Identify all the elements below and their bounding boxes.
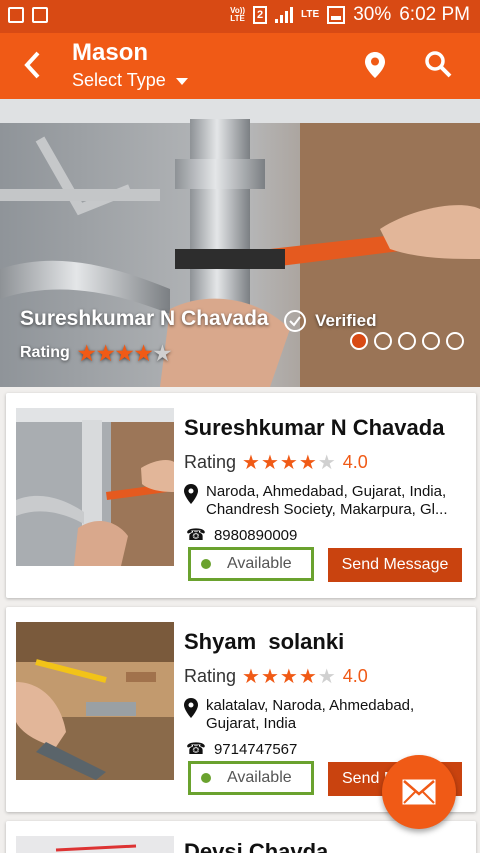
provider-phone[interactable]: ☎ 8980890009 <box>186 525 297 545</box>
map-pin-icon[interactable] <box>364 51 386 84</box>
phone-icon: ☎ <box>186 741 206 758</box>
provider-photo <box>16 408 174 566</box>
type-selector-label: Select Type <box>72 70 166 90</box>
phone-icon: ☎ <box>186 527 206 544</box>
provider-address: kalatalav, Naroda, Ahmedabad, Gujarat, I… <box>184 697 466 733</box>
app-notification-icon <box>32 7 48 23</box>
provider-name[interactable]: Devsi Chavda <box>184 839 328 853</box>
carousel-dot[interactable] <box>446 332 464 350</box>
availability-status[interactable]: Available <box>188 547 314 581</box>
provider-rating: Rating ★★★★★ 4.0 <box>184 664 368 689</box>
lte-icon: LTE <box>301 9 320 20</box>
check-circle-icon <box>284 309 307 332</box>
rating-value: 4.0 <box>342 452 368 472</box>
hero-caption: Sureshkumar N Chavada Verified Rating ★★… <box>20 307 376 366</box>
address-text: Naroda, Ahmedabad, Gujarat, India, Chand… <box>206 483 448 518</box>
address-text: kalatalav, Naroda, Ahmedabad, Gujarat, I… <box>206 697 415 732</box>
carousel-dot[interactable] <box>422 332 440 350</box>
provider-name[interactable]: Shyam solanki <box>184 629 344 655</box>
carousel-dot[interactable] <box>350 332 368 350</box>
featured-carousel[interactable]: Sureshkumar N Chavada Verified Rating ★★… <box>0 99 480 387</box>
envelope-icon <box>402 779 436 805</box>
location-pin-icon <box>184 698 198 718</box>
signal-icon <box>275 7 294 23</box>
status-bar: Vo)) LTE 2 LTE 30% 6:02 PM <box>0 0 480 33</box>
star-rating-icon: ★★★★★ <box>242 452 337 474</box>
compose-message-button[interactable] <box>382 755 456 829</box>
availability-status[interactable]: Available <box>188 761 314 795</box>
availability-label: Available <box>227 769 292 786</box>
rating-label: Rating <box>184 666 237 686</box>
back-arrow-icon[interactable] <box>22 47 42 89</box>
verified-label: Verified <box>315 310 377 330</box>
provider-phone[interactable]: ☎ 9714747567 <box>186 739 297 759</box>
phone-number: 8980890009 <box>213 526 298 544</box>
phone-number: 9714747567 <box>213 740 298 758</box>
type-selector[interactable]: Select Type <box>72 70 188 91</box>
hero-provider-name: Sureshkumar N Chavada <box>20 307 269 330</box>
provider-photo <box>16 622 174 780</box>
location-pin-icon <box>184 484 198 504</box>
send-message-button[interactable]: Send Message <box>328 548 462 582</box>
gallery-notification-icon <box>8 7 24 23</box>
battery-level: 30% <box>353 4 392 25</box>
status-dot-icon <box>201 773 211 783</box>
provider-photo <box>16 836 174 853</box>
status-dot-icon <box>201 559 211 569</box>
page-title: Mason <box>72 39 149 66</box>
app-bar: Mason Select Type <box>0 33 480 99</box>
hero-rating: Rating ★★★★★ <box>20 341 376 366</box>
rating-label: Rating <box>184 452 237 472</box>
provider-address: Naroda, Ahmedabad, Gujarat, India, Chand… <box>184 483 466 519</box>
caret-down-icon <box>175 77 188 85</box>
carousel-dot[interactable] <box>374 332 392 350</box>
search-icon[interactable] <box>424 50 452 83</box>
provider-name[interactable]: Sureshkumar N Chavada <box>184 415 444 441</box>
provider-rating: Rating ★★★★★ 4.0 <box>184 450 368 475</box>
verified-badge: Verified <box>283 309 376 333</box>
carousel-indicator <box>350 332 464 350</box>
star-rating-icon: ★★★★★ <box>242 666 337 688</box>
battery-icon <box>327 6 346 24</box>
hero-rating-label: Rating <box>20 344 70 362</box>
carousel-dot[interactable] <box>398 332 416 350</box>
clock: 6:02 PM <box>399 4 470 25</box>
availability-label: Available <box>227 555 292 572</box>
star-rating-icon: ★★★★★ <box>77 342 173 365</box>
volte-icon: Vo)) LTE <box>230 6 246 23</box>
provider-card[interactable]: Sureshkumar N Chavada Rating ★★★★★ 4.0 N… <box>6 393 476 598</box>
rating-value: 4.0 <box>342 666 368 686</box>
sim-indicator: 2 <box>253 6 268 24</box>
